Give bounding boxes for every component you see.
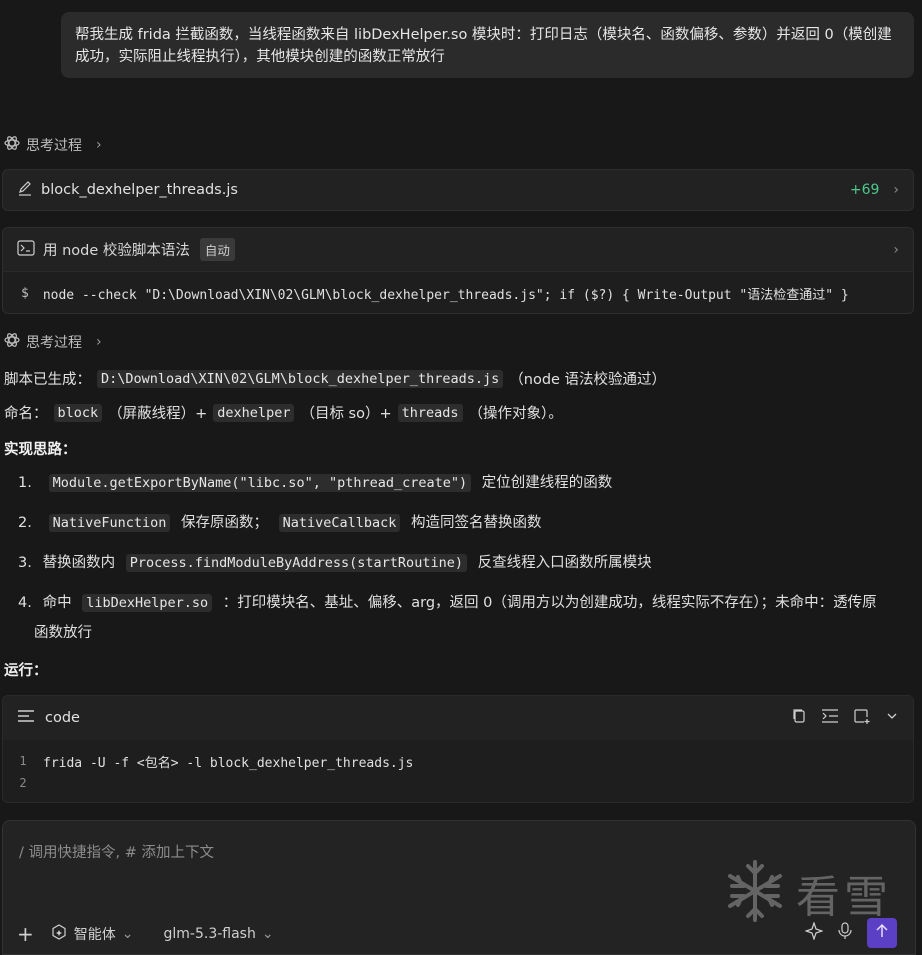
file-name: block_dexhelper_threads.js bbox=[41, 182, 238, 198]
list-number: 1. bbox=[18, 475, 32, 491]
generated-path: D:\Download\XIN\02\GLM\block_dexhelper_t… bbox=[97, 369, 504, 388]
command-card-header[interactable]: 用 node 校验脚本语法 自动 › bbox=[3, 228, 913, 272]
line-number: 2 bbox=[19, 776, 27, 790]
generated-suffix: （node 语法校验通过） bbox=[509, 372, 667, 388]
command-card: 用 node 校验脚本语法 自动 › $ node --check "D:\Do… bbox=[2, 227, 914, 314]
naming-text: （操作对象）。 bbox=[468, 406, 563, 422]
command-text: node --check "D:\Download\XIN\02\GLM\blo… bbox=[42, 288, 849, 303]
agent-selector[interactable]: 智能体 ⌄ bbox=[50, 923, 134, 945]
thinking-icon bbox=[4, 332, 20, 352]
list-text: 命中 bbox=[42, 595, 72, 611]
inline-code: NativeCallback bbox=[278, 514, 401, 532]
naming-line: 命名： block （屏蔽线程）+ dexhelper （目标 so）+ thr… bbox=[4, 402, 563, 423]
inline-code: libDexHelper.so bbox=[82, 594, 213, 612]
line-number: 1 bbox=[19, 754, 27, 768]
list-item: 1. Module.getExportByName("libc.so", "pt… bbox=[18, 468, 918, 498]
approach-heading: 实现思路： bbox=[4, 442, 77, 458]
run-heading: 运行： bbox=[4, 663, 48, 679]
naming-code: dexhelper bbox=[213, 403, 295, 422]
thinking-icon bbox=[4, 135, 20, 155]
naming-text: （屏蔽线程）+ bbox=[108, 406, 208, 422]
list-text: 保存原函数； bbox=[181, 515, 269, 531]
chevron-right-icon: › bbox=[893, 241, 899, 258]
naming-prefix: 命名： bbox=[4, 406, 48, 422]
user-message-bubble: 帮我生成 frida 拦截函数，当线程函数来自 libDexHelper.so … bbox=[61, 12, 914, 78]
list-number: 2. bbox=[18, 515, 32, 531]
thinking-label: 思考过程 bbox=[26, 335, 82, 351]
list-text: ：打印模块名、基址、偏移、arg，返回 0（调用方以为创建成功，线程实际不存在）… bbox=[222, 595, 877, 611]
naming-text: （目标 so）+ bbox=[300, 406, 392, 422]
auto-badge: 自动 bbox=[199, 238, 235, 261]
generated-prefix: 脚本已生成： bbox=[4, 372, 91, 388]
chevron-down-icon[interactable] bbox=[885, 709, 899, 727]
insert-code-icon[interactable] bbox=[821, 708, 839, 728]
inline-code: NativeFunction bbox=[48, 514, 171, 532]
input-toolbar-left: + 智能体 ⌄ glm-5.3-flash ⌄ bbox=[17, 922, 274, 946]
code-block-body: 1 frida -U -f <包名> -l block_dexhelper_th… bbox=[3, 740, 913, 794]
file-change-card[interactable]: block_dexhelper_threads.js +69 › bbox=[2, 169, 914, 211]
inline-code: Module.getExportByName("libc.so", "pthre… bbox=[48, 474, 472, 492]
add-icon[interactable]: + bbox=[17, 922, 34, 946]
code-block-header: code bbox=[3, 696, 913, 740]
agent-label: 智能体 bbox=[73, 927, 116, 943]
chat-input-placeholder: / 调用快捷指令, # 添加上下文 bbox=[19, 845, 214, 861]
code-block: code 1 frida -U -f <包名> -l block_dexhelp… bbox=[2, 695, 914, 803]
list-item: 3. 替换函数内 Process.findModuleByAddress(sta… bbox=[18, 548, 918, 578]
lines-added-count: +69 bbox=[849, 182, 880, 198]
chevron-right-icon: › bbox=[96, 137, 102, 153]
list-number: 3. bbox=[18, 555, 32, 571]
generated-line: 脚本已生成： D:\Download\XIN\02\GLM\block_dexh… bbox=[4, 368, 666, 389]
apply-code-icon[interactable] bbox=[853, 708, 871, 728]
snowflake-icon bbox=[724, 858, 786, 928]
code-line: 2 bbox=[3, 772, 913, 794]
naming-code: block bbox=[53, 403, 103, 422]
chevron-right-icon: › bbox=[96, 334, 102, 350]
edit-pencil-icon bbox=[17, 180, 33, 200]
list-text: 替换函数内 bbox=[42, 555, 116, 571]
thinking-toggle[interactable]: 思考过程 › bbox=[4, 135, 102, 155]
list-text: 定位创建线程的函数 bbox=[481, 475, 613, 491]
naming-code: threads bbox=[397, 403, 463, 422]
shell-prompt: $ bbox=[21, 286, 29, 301]
command-title: 用 node 校验脚本语法 bbox=[43, 243, 190, 259]
list-number: 4. bbox=[18, 595, 32, 611]
inline-code: Process.findModuleByAddress(startRoutine… bbox=[125, 554, 467, 572]
model-selector[interactable]: glm-5.3-flash ⌄ bbox=[164, 926, 274, 942]
code-lines-icon bbox=[17, 708, 35, 728]
code-text: frida -U -f <包名> -l block_dexhelper_thre… bbox=[43, 755, 414, 771]
chevron-down-icon: ⌄ bbox=[121, 926, 134, 942]
code-line: 1 frida -U -f <包名> -l block_dexhelper_th… bbox=[3, 750, 913, 772]
list-item: 2. NativeFunction 保存原函数； NativeCallback … bbox=[18, 508, 918, 538]
terminal-icon bbox=[17, 239, 35, 260]
thinking-toggle[interactable]: 思考过程 › bbox=[4, 332, 102, 352]
watermark-text: 看雪 bbox=[796, 872, 892, 923]
copy-icon[interactable] bbox=[791, 708, 807, 728]
list-text: 反查线程入口函数所属模块 bbox=[477, 555, 652, 571]
list-text-continued: 函数放行 bbox=[34, 625, 92, 641]
agent-icon bbox=[50, 923, 68, 945]
model-label: glm-5.3-flash bbox=[163, 926, 256, 942]
chevron-down-icon: ⌄ bbox=[261, 926, 274, 942]
code-language: code bbox=[45, 710, 80, 726]
list-text: 构造同签名替换函数 bbox=[411, 515, 542, 531]
watermark-logo: 看雪 bbox=[724, 858, 892, 928]
chevron-right-icon: › bbox=[893, 182, 899, 198]
thinking-label: 思考过程 bbox=[26, 138, 82, 154]
list-item: 4. 命中 libDexHelper.so ：打印模块名、基址、偏移、arg，返… bbox=[18, 588, 918, 648]
command-body: $ node --check "D:\Download\XIN\02\GLM\b… bbox=[3, 272, 913, 315]
user-message-text: 帮我生成 frida 拦截函数，当线程函数来自 libDexHelper.so … bbox=[75, 27, 892, 65]
